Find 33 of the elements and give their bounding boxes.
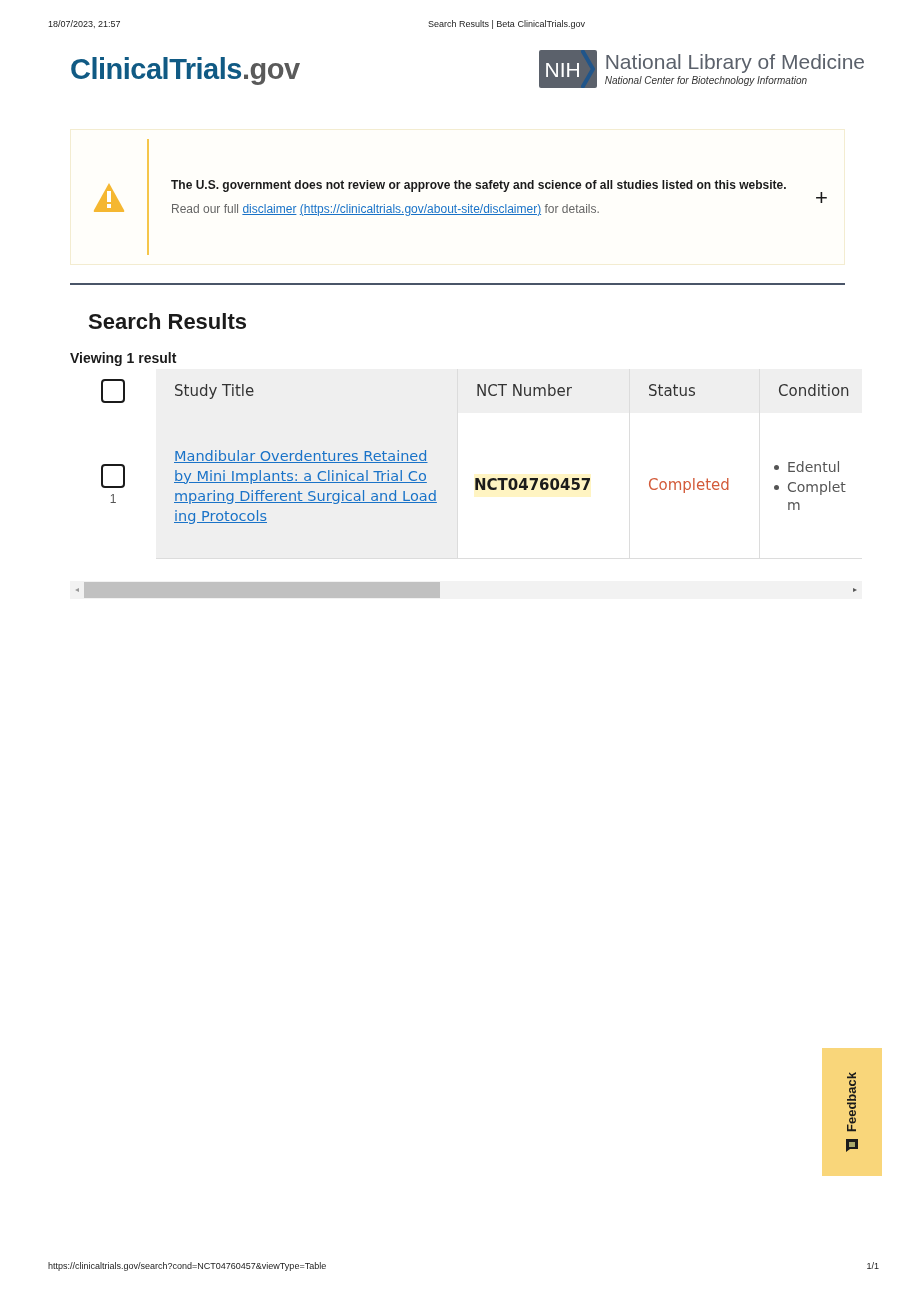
horizontal-scrollbar[interactable]: ◂ ▸ — [70, 581, 862, 599]
comment-icon — [845, 1138, 859, 1152]
scroll-right-arrow[interactable]: ▸ — [848, 584, 862, 596]
checkbox[interactable] — [101, 464, 125, 488]
nlm-title: National Library of Medicine — [604, 50, 865, 73]
bullet-icon — [774, 484, 779, 490]
print-date: 18/07/2023, 21:57 — [48, 18, 122, 31]
disclaimer-text: Read our full disclaimer (https://clinicaltrials.gov/about-site/disclaimer) for details. — [171, 201, 601, 218]
feedback-button[interactable]: Feedback — [822, 1048, 882, 1176]
disclaimer-link[interactable]: disclaimer — [242, 202, 297, 216]
nct-number: NCT04760457 — [474, 474, 592, 497]
column-header[interactable]: Status — [630, 369, 760, 413]
result-count: Viewing 1 result — [70, 349, 178, 368]
nih-badge[interactable]: NIH — [538, 50, 597, 89]
print-page-number: 1/1 — [866, 1260, 879, 1273]
nlm-subtitle: National Center for Biotechnology Information — [604, 73, 809, 88]
scrollbar-thumb[interactable] — [84, 582, 440, 598]
status-text: Completed — [648, 475, 730, 497]
print-page-title: Search Results | Beta ClinicalTrials.gov — [428, 18, 586, 31]
warning-icon — [92, 181, 126, 213]
checkbox[interactable] — [101, 379, 125, 403]
disclaimer-heading: The U.S. government does not review or approve the safety and science of all studies listed on this website. — [171, 177, 788, 194]
expand-button[interactable]: + — [815, 180, 828, 214]
condition-item: Edentul — [787, 457, 841, 476]
bullet-icon — [774, 464, 779, 470]
disclaimer-url-link[interactable]: (https://clinicaltrials.gov/about-site/disclaimer) — [299, 202, 542, 216]
column-header[interactable]: Condition — [760, 369, 862, 413]
site-logo[interactable]: ClinicalTrials.gov — [70, 47, 300, 91]
column-header[interactable]: NCT Number — [458, 369, 630, 413]
page-heading: Search Results — [88, 308, 248, 336]
condition-item: Complet m — [787, 477, 846, 514]
print-url: https://clinicaltrials.gov/search?cond=NCT04760457&viewType=Table — [48, 1260, 327, 1273]
row-number: 1 — [109, 491, 117, 508]
